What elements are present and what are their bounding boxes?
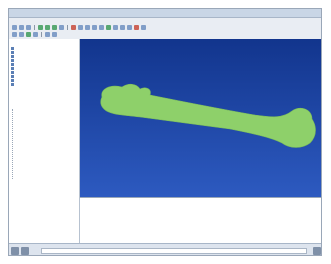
filter-icon[interactable] <box>52 32 57 37</box>
viewport-canvas <box>100 83 316 148</box>
folder-icon <box>11 58 14 62</box>
cancel-icon[interactable] <box>11 246 19 255</box>
toolbar-separator <box>41 32 42 37</box>
tree-node[interactable] <box>11 82 77 86</box>
section-icon[interactable] <box>120 25 125 30</box>
tree-connector-line <box>12 109 15 179</box>
title-bar <box>9 9 321 18</box>
done-icon[interactable] <box>313 246 321 255</box>
zoom-icon[interactable] <box>38 25 43 30</box>
view-iso-icon[interactable] <box>99 25 104 30</box>
folder-icon <box>11 74 14 78</box>
part-icon[interactable] <box>19 32 24 37</box>
folder-icon <box>11 78 14 82</box>
select-icon[interactable] <box>45 32 50 37</box>
rotate-icon[interactable] <box>45 25 50 30</box>
print-icon[interactable] <box>26 25 31 30</box>
previous-icon[interactable] <box>21 246 29 255</box>
module-icon[interactable] <box>12 32 17 37</box>
lighting-icon[interactable] <box>127 25 132 30</box>
pan-icon[interactable] <box>52 25 57 30</box>
graphics-viewport[interactable] <box>80 39 321 197</box>
folder-icon <box>11 70 14 74</box>
message-area <box>80 197 321 244</box>
folder-icon <box>11 66 14 70</box>
status-bar <box>9 243 321 255</box>
folder-icon <box>11 50 14 54</box>
message-line <box>80 234 321 238</box>
save-icon[interactable] <box>19 25 24 30</box>
femur-bone-mesh[interactable] <box>100 83 316 148</box>
folder-icon <box>11 46 14 50</box>
wireframe-icon[interactable] <box>113 25 118 30</box>
toolbar-separator <box>67 25 68 30</box>
abaqus-cae-window <box>8 8 322 256</box>
mesh-icon[interactable] <box>78 25 83 30</box>
toolbar-primary <box>9 24 321 31</box>
shade-icon[interactable] <box>106 25 111 30</box>
step-icon[interactable] <box>33 32 38 37</box>
folder-icon <box>11 54 14 58</box>
query-icon[interactable] <box>85 25 90 30</box>
file-icon[interactable] <box>12 25 17 30</box>
toolbar-separator <box>34 25 35 30</box>
model-tree-panel <box>9 39 80 243</box>
folder-icon <box>11 62 14 66</box>
tool-icon[interactable] <box>134 25 139 30</box>
prompt-input[interactable] <box>41 247 307 254</box>
view-front-icon[interactable] <box>92 25 97 30</box>
model-icon[interactable] <box>26 32 31 37</box>
model-tree <box>11 46 77 106</box>
folder-icon <box>11 82 14 86</box>
fit-view-icon[interactable] <box>59 25 64 30</box>
settings-icon[interactable] <box>141 25 146 30</box>
toolbar-secondary <box>9 31 321 38</box>
render-icon[interactable] <box>71 25 76 30</box>
